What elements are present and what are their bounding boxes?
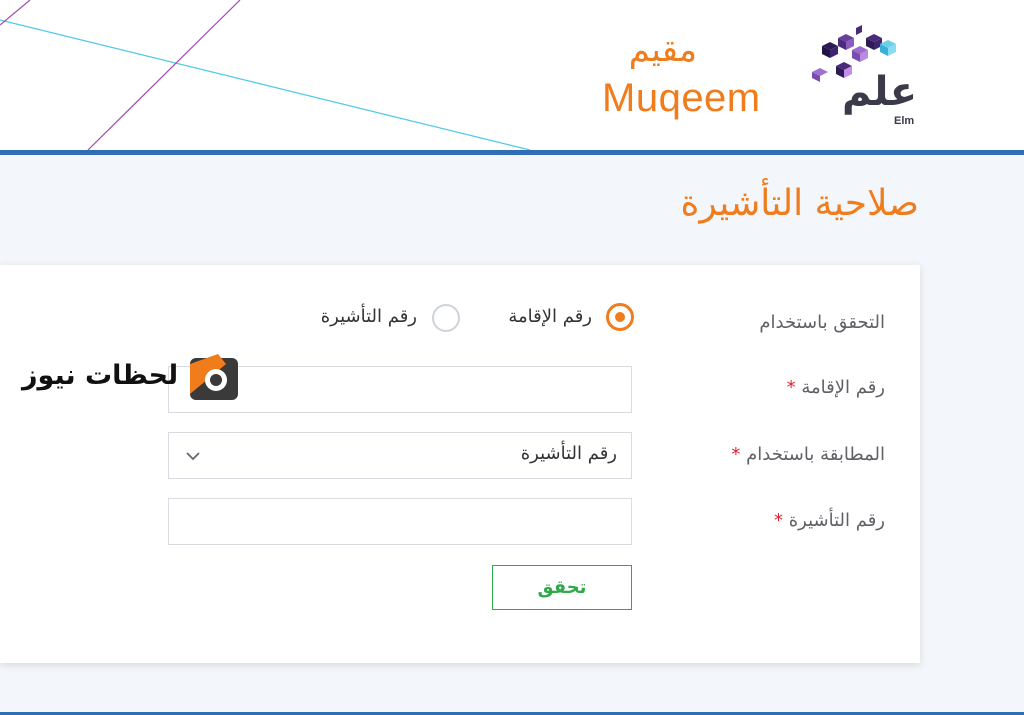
- match-by-label: المطابقة باستخدام *: [731, 444, 885, 465]
- elm-logo[interactable]: علم Elm: [808, 16, 923, 131]
- required-mark: *: [786, 377, 796, 398]
- match-by-label-text: المطابقة باستخدام: [746, 444, 885, 465]
- required-mark: *: [773, 510, 783, 531]
- header-divider: [0, 150, 1024, 155]
- visa-number-label: رقم التأشيرة *: [774, 510, 885, 531]
- verify-button[interactable]: تحقق: [492, 565, 632, 610]
- iqama-number-label: رقم الإقامة *: [787, 377, 885, 398]
- chevron-down-icon[interactable]: [183, 446, 203, 466]
- iqama-number-label-text: رقم الإقامة: [801, 377, 885, 398]
- header: مقيم Muqeem علم Elm: [0, 0, 1024, 150]
- match-by-select[interactable]: رقم التأشيرة: [168, 432, 632, 479]
- muqeem-logo-arabic: مقيم: [628, 30, 697, 70]
- radio-iqama-label[interactable]: رقم الإقامة: [508, 306, 592, 327]
- muqeem-logo[interactable]: مقيم Muqeem: [600, 30, 785, 130]
- visa-number-input[interactable]: [168, 498, 632, 545]
- watermark: لحظات نيوز: [20, 350, 238, 405]
- required-mark: *: [731, 444, 741, 465]
- watermark-text: لحظات نيوز: [22, 360, 179, 391]
- visa-number-label-text: رقم التأشيرة: [788, 510, 885, 531]
- elm-logo-arabic: علم: [842, 69, 918, 115]
- muqeem-logo-english: Muqeem: [602, 76, 761, 120]
- radio-iqama-number[interactable]: [606, 303, 634, 331]
- camera-icon: [190, 354, 238, 400]
- verify-by-label: التحقق باستخدام: [759, 312, 885, 333]
- radio-visa-number[interactable]: [432, 304, 460, 332]
- page-title: صلاحية التأشيرة: [680, 183, 919, 224]
- elm-logo-english: Elm: [894, 115, 915, 127]
- radio-visa-label[interactable]: رقم التأشيرة: [321, 306, 417, 327]
- decorative-lines: [0, 0, 531, 150]
- match-by-select-value: رقم التأشيرة: [520, 443, 617, 464]
